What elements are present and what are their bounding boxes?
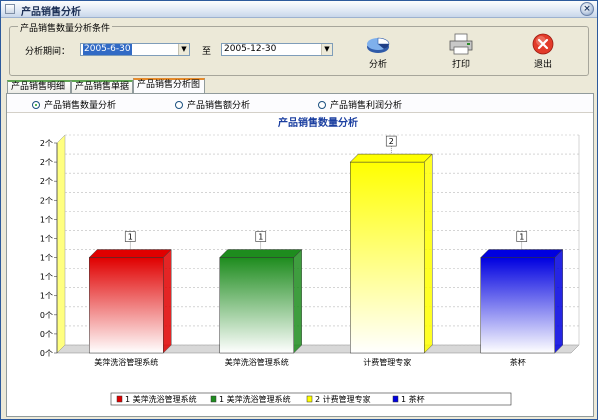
x-tick-label: 茶杯	[510, 357, 526, 367]
tab-sales-detail[interactable]: 产品销售明细	[7, 80, 71, 93]
option-profit[interactable]: 产品销售利润分析	[318, 98, 402, 111]
radio-dot	[32, 101, 40, 109]
legend-swatch	[210, 395, 217, 403]
analysis-options: 产品销售数量分析 产品销售额分析 产品销售利润分析	[7, 94, 593, 112]
print-label: 打印	[451, 60, 470, 70]
chevron-down-icon[interactable]: ▼	[178, 44, 189, 55]
window-title: 产品销售分析	[21, 7, 81, 18]
option-amount-label: 产品销售额分析	[187, 101, 251, 111]
bar-top	[88, 249, 172, 258]
app-window: 产品销售分析 × 产品销售数量分析条件 分析期间： 2005-6-30 ▼ 至 …	[0, 0, 598, 420]
legend-swatch	[116, 395, 123, 403]
y-tick-label: 1个	[40, 292, 53, 301]
start-date-select[interactable]: 2005-6-30 ▼	[80, 43, 190, 56]
exit-icon	[532, 33, 554, 55]
analyze-label: 分析	[368, 60, 387, 70]
y-tick-label: 1个	[40, 215, 53, 224]
chevron-down-icon[interactable]: ▼	[321, 44, 332, 55]
data-label: 1	[128, 233, 133, 242]
bar	[89, 257, 164, 354]
chart-title: 产品销售数量分析	[278, 116, 358, 129]
chart-area: 产品销售数量分析 0个 0个 0个 1个 1个 1个 1个 1个 2个 2个 2个 2个 1 美萍洗浴管理系…	[7, 112, 593, 416]
radio-dot	[318, 101, 326, 109]
period-label: 分析期间：	[25, 47, 71, 57]
bar	[219, 257, 294, 354]
close-icon[interactable]: ×	[580, 2, 594, 16]
pie-chart-icon	[367, 37, 390, 53]
tab-sales-chart[interactable]: 产品销售分析图	[133, 78, 205, 93]
option-quantity[interactable]: 产品销售数量分析	[32, 98, 116, 111]
bar-side	[554, 248, 563, 354]
bar	[480, 257, 555, 354]
conditions-legend: 产品销售数量分析条件	[18, 21, 113, 34]
y-tick-label: 0个	[40, 330, 53, 339]
x-tick-label: 计费管理专家	[363, 357, 411, 367]
exit-button[interactable]: 退出	[523, 32, 563, 70]
y-tick-label: 1个	[40, 254, 53, 263]
data-label: 1	[258, 233, 263, 242]
bar-top	[480, 249, 564, 258]
legend-item: 1 茶杯	[401, 394, 425, 404]
bar-top	[349, 153, 433, 163]
end-date-select[interactable]: 2005-12-30 ▼	[221, 43, 333, 56]
data-label: 1	[519, 233, 524, 242]
title-bar: 产品销售分析 ×	[1, 1, 597, 18]
end-date-value: 2005-12-30	[224, 44, 277, 54]
option-profit-label: 产品销售利润分析	[330, 101, 403, 111]
radio-dot	[175, 101, 183, 109]
y-tick-label: 0个	[40, 311, 53, 320]
bar-chart: 产品销售数量分析 0个 0个 0个 1个 1个 1个 1个 1个 2个 2个 2个 2个 1 美萍洗浴管理系…	[40, 116, 580, 406]
legend-swatch	[392, 395, 399, 403]
x-tick-label: 美萍洗浴管理系统	[225, 357, 289, 367]
chart-side-wall	[56, 134, 66, 354]
y-tick-label: 0个	[40, 349, 53, 358]
x-tick-label: 美萍洗浴管理系统	[94, 357, 158, 367]
to-label: 至	[202, 47, 212, 57]
conditions-groupbox: 产品销售数量分析条件 分析期间： 2005-6-30 ▼ 至 2005-12-3…	[9, 21, 589, 76]
y-tick-label: 2个	[40, 177, 53, 186]
option-quantity-label: 产品销售数量分析	[44, 101, 117, 111]
y-tick-label: 1个	[40, 234, 53, 243]
tab-sales-documents[interactable]: 产品销售单据	[71, 80, 133, 93]
start-date-value: 2005-6-30	[83, 44, 132, 55]
print-button[interactable]: 打印	[441, 32, 481, 70]
analyze-button[interactable]: 分析	[358, 32, 398, 70]
printer-icon	[449, 33, 473, 55]
legend-swatch	[306, 395, 313, 403]
exit-label: 退出	[533, 60, 552, 70]
y-tick-label: 2个	[40, 158, 53, 167]
y-tick-label: 1个	[40, 273, 53, 282]
option-amount[interactable]: 产品销售额分析	[175, 98, 250, 111]
bar-top	[219, 249, 303, 258]
legend-item: 2 计费管理专家	[315, 394, 371, 404]
bar-side	[424, 153, 433, 354]
legend-item: 1 美萍洗浴管理系统	[219, 394, 291, 404]
data-label: 2	[389, 137, 394, 146]
bar	[350, 161, 425, 354]
y-tick-label: 2个	[40, 196, 53, 205]
chart-panel: 产品销售数量分析 产品销售额分析 产品销售利润分析 产品销售数量分析 0个 0个 0个…	[6, 93, 594, 417]
y-tick-label: 2个	[40, 139, 53, 148]
bar-side	[293, 248, 302, 354]
legend-item: 1 美萍洗浴管理系统	[125, 394, 197, 404]
window-icon	[5, 4, 15, 14]
bar-side	[163, 248, 172, 354]
